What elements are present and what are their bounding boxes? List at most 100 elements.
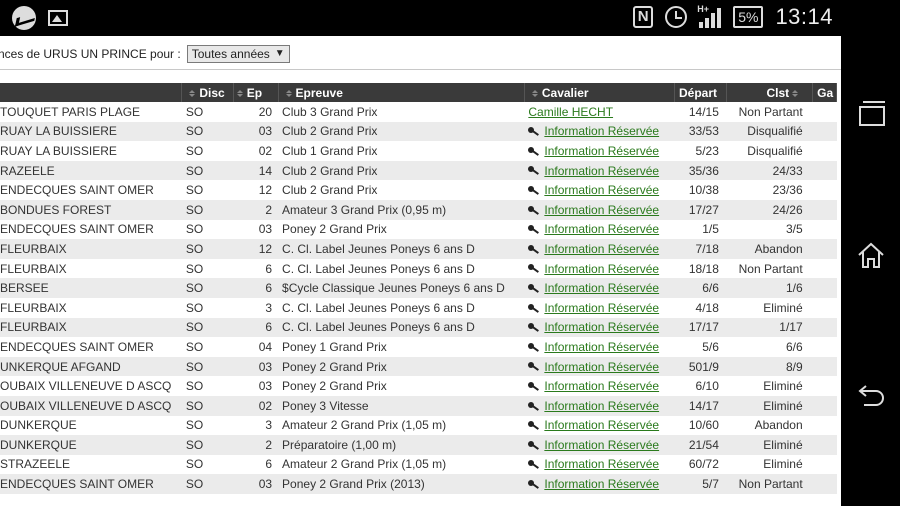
cell-depart: 6/6	[674, 278, 727, 298]
cell-depart: 5/23	[674, 141, 727, 161]
cell-clst: Abandon	[726, 415, 813, 436]
cell-ep: 2	[233, 199, 279, 220]
cavalier-link[interactable]: Information Réservée	[544, 301, 659, 315]
cavalier-link[interactable]: Information Réservée	[544, 183, 659, 197]
table-row: BONDUES FOREST SO 2 Amateur 3 Grand Prix (0…	[0, 199, 837, 220]
column-disc[interactable]: Disc	[181, 83, 234, 102]
column-lieu[interactable]	[0, 83, 183, 102]
battery-icon: 5%	[733, 6, 764, 28]
cell-clst: Eliminé	[726, 297, 813, 318]
cell-lieu: FLEURBAIX	[0, 258, 182, 279]
cavalier-link[interactable]: Information Réservée	[544, 457, 659, 471]
cavalier-link[interactable]: Information Réservée	[544, 222, 659, 236]
cell-lieu: RUAY LA BUISSIERE	[0, 121, 182, 142]
cavalier-link[interactable]: Information Réservée	[544, 144, 659, 158]
column-gain[interactable]: Ga	[812, 83, 837, 102]
cell-lieu: FLEURBAIX	[0, 239, 182, 259]
cell-clst: 24/33	[726, 160, 813, 181]
key-icon	[528, 479, 540, 490]
cell-clst: Eliminé	[726, 376, 813, 396]
cell-cavalier: Information Réservée	[524, 239, 675, 259]
cell-ep: 6	[233, 454, 279, 475]
cell-cavalier: Information Réservée	[524, 121, 675, 142]
cell-lieu: BONDUES FOREST	[0, 199, 182, 220]
table-row: UNKERQUE AFGAND SO 03 Poney 2 Grand Prix Inf…	[0, 356, 837, 377]
key-icon	[528, 303, 540, 314]
cell-cavalier: Information Réservée	[524, 199, 675, 220]
cell-depart: 4/18	[674, 297, 727, 318]
cell-depart: 501/9	[674, 356, 727, 377]
cell-lieu: RAZEELE	[0, 160, 182, 181]
cell-depart: 1/5	[674, 219, 727, 240]
year-select[interactable]: Toutes années ▼	[186, 45, 290, 63]
messenger-icon	[12, 6, 36, 30]
cavalier-link[interactable]: Information Réservée	[544, 164, 659, 178]
column-cavalier[interactable]: Cavalier	[524, 83, 676, 102]
column-ep[interactable]: Ep	[233, 83, 279, 102]
cavalier-link[interactable]: Information Réservée	[544, 418, 659, 432]
cavalier-link[interactable]: Information Réservée	[544, 281, 659, 295]
cell-lieu: TOUQUET PARIS PLAGE	[0, 102, 182, 122]
cavalier-link[interactable]: Information Réservée	[544, 477, 659, 491]
nfc-icon: N	[633, 6, 654, 28]
cavalier-link[interactable]: Information Réservée	[544, 438, 659, 452]
cell-lieu: ENDECQUES SAINT OMER	[0, 219, 182, 240]
cell-gain	[812, 317, 837, 338]
table-row: FLEURBAIX SO 6 C. Cl. Label Jeunes Poneys 6…	[0, 317, 837, 338]
cell-disc: SO	[181, 121, 234, 142]
divider	[0, 69, 841, 70]
back-icon[interactable]	[856, 380, 886, 410]
cell-lieu: RUAY LA BUISSIERE	[0, 141, 182, 161]
sort-icon	[237, 90, 243, 97]
cell-clst: 1/6	[726, 278, 813, 298]
home-icon[interactable]	[856, 240, 886, 270]
cavalier-link[interactable]: Information Réservée	[544, 242, 659, 256]
cell-epreuve: Poney 3 Vitesse	[278, 395, 525, 416]
cavalier-link[interactable]: Information Réservée	[544, 340, 659, 354]
table-row: OUBAIX VILLENEUVE D ASCQ SO 03 Poney 2 Gran…	[0, 376, 837, 396]
cavalier-link[interactable]: Information Réservée	[544, 360, 659, 374]
cavalier-link[interactable]: Information Réservée	[544, 320, 659, 334]
filter-bar: nces de URUS UN PRINCE pour : Toutes ann…	[0, 42, 290, 66]
cell-cavalier: Information Réservée	[524, 474, 675, 494]
cell-lieu: OUBAIX VILLENEUVE D ASCQ	[0, 376, 182, 396]
cell-epreuve: $Cycle Classique Jeunes Poneys 6 ans D	[278, 278, 525, 298]
cell-ep: 14	[233, 160, 279, 181]
cavalier-link[interactable]: Information Réservée	[544, 262, 659, 276]
cell-gain	[812, 454, 837, 475]
key-icon	[528, 146, 540, 157]
sort-icon	[189, 90, 195, 97]
cavalier-link[interactable]: Information Réservée	[544, 379, 659, 393]
results-table: Disc Ep Epreuve Cavalier Départ Clst Ga …	[0, 83, 837, 494]
cell-cavalier: Information Réservée	[524, 356, 675, 377]
cavalier-link[interactable]: Information Réservée	[544, 203, 659, 217]
cell-epreuve: C. Cl. Label Jeunes Poneys 6 ans D	[278, 317, 525, 338]
key-icon	[528, 127, 540, 137]
cell-cavalier: Information Réservée	[524, 454, 675, 475]
cell-cavalier: Information Réservée	[524, 219, 675, 240]
cell-disc: SO	[181, 160, 234, 181]
cell-clst: Eliminé	[726, 395, 813, 416]
table-row: FLEURBAIX SO 3 C. Cl. Label Jeunes Poneys 6…	[0, 297, 837, 318]
cell-cavalier: Information Réservée	[524, 337, 675, 357]
column-depart[interactable]: Départ	[674, 83, 728, 102]
recents-icon[interactable]	[856, 98, 886, 128]
cavalier-link[interactable]: Information Réservée	[544, 399, 659, 413]
cavalier-link[interactable]: Camille HECHT	[528, 105, 613, 119]
cell-epreuve: Amateur 2 Grand Prix (1,05 m)	[278, 454, 525, 475]
cell-disc: SO	[181, 415, 234, 436]
sort-icon	[286, 90, 292, 97]
key-icon	[528, 381, 540, 392]
key-icon	[528, 244, 540, 255]
cell-ep: 12	[233, 180, 279, 200]
key-icon	[528, 225, 540, 235]
cell-gain	[812, 356, 837, 377]
column-epreuve[interactable]: Epreuve	[278, 83, 525, 102]
cell-gain	[812, 337, 837, 357]
cell-disc: SO	[181, 297, 234, 318]
cell-epreuve: Amateur 3 Grand Prix (0,95 m)	[278, 199, 525, 220]
cell-disc: SO	[181, 376, 234, 396]
column-clst[interactable]: Clst	[726, 83, 814, 102]
cell-epreuve: Club 2 Grand Prix	[278, 121, 525, 142]
cavalier-link[interactable]: Information Réservée	[544, 124, 659, 138]
